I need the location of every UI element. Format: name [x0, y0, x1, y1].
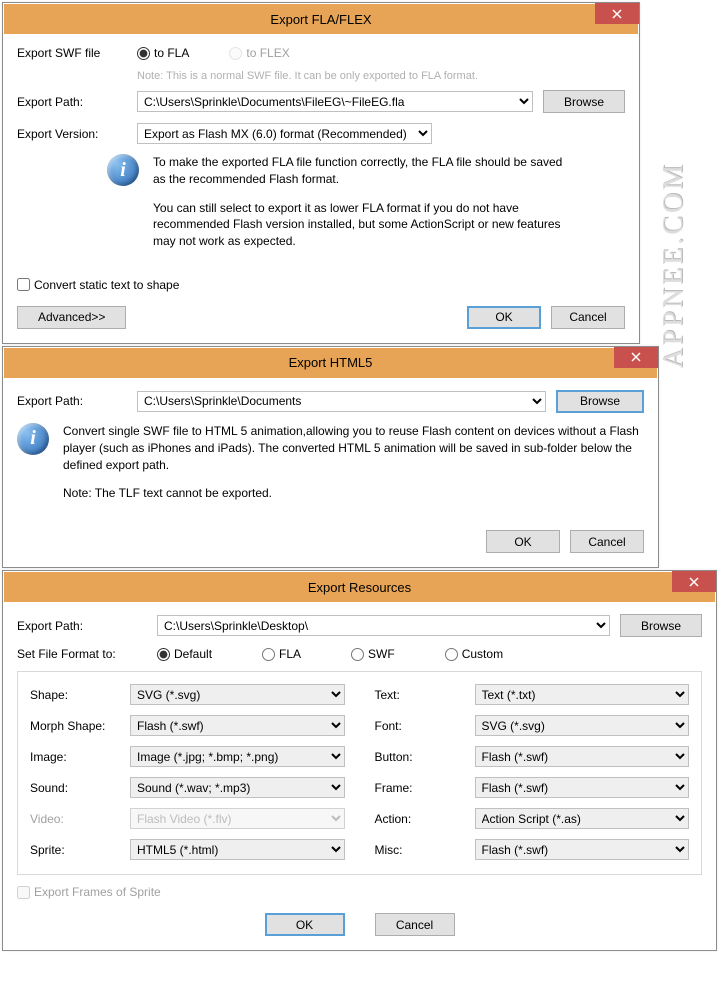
close-button[interactable]: [614, 347, 658, 368]
format-default-radio[interactable]: Default: [157, 647, 212, 661]
export-path-select[interactable]: C:\Users\Sprinkle\Documents: [137, 391, 546, 412]
format-label: Morph Shape:: [30, 719, 130, 733]
set-file-format-label: Set File Format to:: [17, 647, 157, 661]
format-select[interactable]: Text (*.txt): [475, 684, 690, 705]
export-swf-label: Export SWF file: [17, 46, 137, 60]
format-label: Shape:: [30, 688, 130, 702]
to-fla-radio[interactable]: to FLA: [137, 46, 189, 60]
to-flex-radio: to FLEX: [229, 46, 289, 60]
format-row: Frame:Flash (*.swf): [375, 777, 690, 798]
format-row: Video:Flash Video (*.flv): [30, 808, 345, 829]
titlebar[interactable]: Export Resources: [3, 571, 716, 602]
format-select: Flash Video (*.flv): [130, 808, 345, 829]
close-icon: [689, 577, 699, 587]
format-select[interactable]: SVG (*.svg): [475, 715, 690, 736]
ok-button[interactable]: OK: [467, 306, 541, 329]
close-button[interactable]: [595, 3, 639, 24]
info-paragraph-1: To make the exported FLA file function c…: [153, 154, 573, 188]
format-label: Text:: [375, 688, 475, 702]
title-text: Export HTML5: [289, 355, 373, 370]
export-version-label: Export Version:: [17, 127, 137, 141]
close-icon: [631, 352, 641, 362]
format-label: Sound:: [30, 781, 130, 795]
browse-button[interactable]: Browse: [543, 90, 625, 113]
info-paragraph-2: You can still select to export it as low…: [153, 200, 573, 250]
titlebar[interactable]: Export HTML5: [3, 347, 658, 378]
format-label: Frame:: [375, 781, 475, 795]
export-resources-dialog: Export Resources Export Path: C:\Users\S…: [2, 570, 717, 951]
format-select[interactable]: Flash (*.swf): [130, 715, 345, 736]
export-html5-dialog: Export HTML5 Export Path: C:\Users\Sprin…: [2, 346, 659, 568]
watermark-text: APPNEE.COM: [658, 162, 690, 369]
export-frames-sprite-label: Export Frames of Sprite: [34, 885, 161, 899]
browse-button[interactable]: Browse: [620, 614, 702, 637]
format-select[interactable]: Flash (*.swf): [475, 777, 690, 798]
format-row: Morph Shape:Flash (*.swf): [30, 715, 345, 736]
convert-static-label: Convert static text to shape: [34, 278, 179, 292]
format-label: Misc:: [375, 843, 475, 857]
format-select[interactable]: Flash (*.swf): [475, 839, 690, 860]
export-frames-sprite-row: Export Frames of Sprite: [17, 885, 702, 899]
format-row: Misc:Flash (*.swf): [375, 839, 690, 860]
titlebar[interactable]: Export FLA/FLEX: [3, 3, 639, 34]
format-custom-radio[interactable]: Custom: [445, 647, 503, 661]
format-select[interactable]: Sound (*.wav; *.mp3): [130, 777, 345, 798]
format-row: Image:Image (*.jpg; *.bmp; *.png): [30, 746, 345, 767]
title-text: Export Resources: [308, 580, 411, 595]
format-row: Sprite:HTML5 (*.html): [30, 839, 345, 860]
format-label: Button:: [375, 750, 475, 764]
info-icon: i: [17, 423, 49, 455]
cancel-button[interactable]: Cancel: [570, 530, 644, 553]
format-row: Sound:Sound (*.wav; *.mp3): [30, 777, 345, 798]
close-icon: [612, 9, 622, 19]
export-frames-sprite-checkbox: [17, 886, 30, 899]
format-row: Shape:SVG (*.svg): [30, 684, 345, 705]
export-path-select[interactable]: C:\Users\Sprinkle\Documents\FileEG\~File…: [137, 91, 533, 112]
format-select[interactable]: SVG (*.svg): [130, 684, 345, 705]
format-select[interactable]: Image (*.jpg; *.bmp; *.png): [130, 746, 345, 767]
export-path-label: Export Path:: [17, 95, 137, 109]
export-path-label: Export Path:: [17, 619, 157, 633]
format-label: Font:: [375, 719, 475, 733]
title-text: Export FLA/FLEX: [270, 12, 371, 27]
swf-note: Note: This is a normal SWF file. It can …: [137, 70, 625, 82]
convert-static-checkbox-row[interactable]: Convert static text to shape: [17, 278, 625, 292]
cancel-button[interactable]: Cancel: [551, 306, 625, 329]
format-label: Video:: [30, 812, 130, 826]
to-fla-radio-input[interactable]: [137, 47, 150, 60]
format-label: Action:: [375, 812, 475, 826]
info-icon: i: [107, 154, 139, 186]
to-flex-radio-input: [229, 47, 242, 60]
format-row: Text:Text (*.txt): [375, 684, 690, 705]
export-fla-flex-dialog: Export FLA/FLEX Export SWF file to FLA t…: [2, 2, 640, 344]
format-row: Button:Flash (*.swf): [375, 746, 690, 767]
format-row: Action:Action Script (*.as): [375, 808, 690, 829]
format-label: Sprite:: [30, 843, 130, 857]
format-swf-radio[interactable]: SWF: [351, 647, 395, 661]
convert-static-checkbox[interactable]: [17, 278, 30, 291]
advanced-button[interactable]: Advanced>>: [17, 306, 126, 329]
info-paragraph-1: Convert single SWF file to HTML 5 animat…: [63, 423, 644, 473]
format-row: Font:SVG (*.svg): [375, 715, 690, 736]
close-button[interactable]: [672, 571, 716, 592]
export-path-select[interactable]: C:\Users\Sprinkle\Desktop\: [157, 615, 610, 636]
format-select[interactable]: Action Script (*.as): [475, 808, 690, 829]
export-version-select[interactable]: Export as Flash MX (6.0) format (Recomme…: [137, 123, 432, 144]
format-group-box: Shape:SVG (*.svg)Morph Shape:Flash (*.sw…: [17, 671, 702, 875]
info-note: Note: The TLF text cannot be exported.: [63, 485, 644, 502]
format-label: Image:: [30, 750, 130, 764]
cancel-button[interactable]: Cancel: [375, 913, 455, 936]
format-fla-radio[interactable]: FLA: [262, 647, 301, 661]
ok-button[interactable]: OK: [265, 913, 345, 936]
browse-button[interactable]: Browse: [556, 390, 644, 413]
format-select[interactable]: HTML5 (*.html): [130, 839, 345, 860]
ok-button[interactable]: OK: [486, 530, 560, 553]
export-path-label: Export Path:: [17, 394, 137, 408]
format-select[interactable]: Flash (*.swf): [475, 746, 690, 767]
